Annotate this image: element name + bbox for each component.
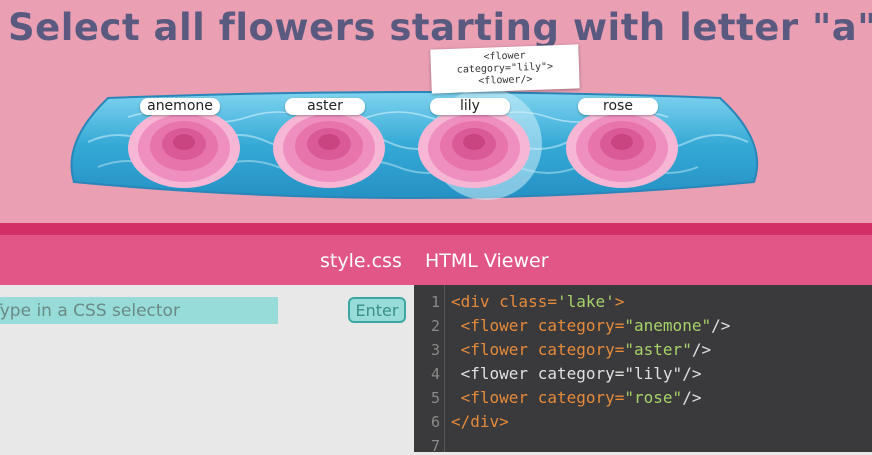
flower-label: rose: [578, 98, 658, 115]
css-panel: Enter: [0, 285, 414, 452]
element-tooltip: <flower category="lily"> <flower/>: [430, 44, 580, 94]
line-gutter: 1 2 3 4 5 6 7: [414, 285, 445, 455]
code-line-anemone[interactable]: <flower category="anemone"/>: [451, 316, 731, 335]
flower-aster: aster: [273, 96, 399, 196]
tab-style-css[interactable]: style.css: [320, 250, 402, 272]
game-board: Select all flowers starting with letter …: [0, 0, 872, 223]
divider-stripe: [0, 223, 872, 235]
enter-button[interactable]: Enter: [348, 297, 406, 323]
flower-rose: rose: [566, 96, 692, 196]
selector-input[interactable]: [0, 297, 278, 324]
tab-bar: style.css HTML Viewer: [0, 235, 872, 285]
line-number: 5: [430, 389, 440, 407]
level-instruction: Select all flowers starting with letter …: [8, 6, 872, 49]
code-line-div-close[interactable]: </div>: [451, 412, 509, 431]
flower-label: anemone: [140, 98, 220, 115]
tab-html-viewer[interactable]: HTML Viewer: [425, 250, 549, 272]
line-number: 1: [430, 293, 440, 311]
code-line-aster[interactable]: <flower category="aster"/>: [451, 340, 711, 359]
flower-label: aster: [285, 98, 365, 115]
flower-lily: lily: [418, 96, 544, 196]
flower-label: lily: [430, 98, 510, 115]
code-line-rose[interactable]: <flower category="rose"/>: [451, 388, 702, 407]
line-number: 3: [430, 341, 440, 359]
flower-anemone: anemone: [128, 96, 254, 196]
code-line-div-open[interactable]: <div class='lake'>: [451, 292, 624, 311]
line-number: 7: [430, 437, 440, 455]
code-line-lily[interactable]: <flower category="lily"/>: [451, 364, 702, 383]
html-viewer: 1 2 3 4 5 6 7 <div class='lake'> <flower…: [414, 285, 872, 455]
line-number: 6: [430, 413, 440, 431]
line-number: 4: [430, 365, 440, 383]
line-number: 2: [430, 317, 440, 335]
